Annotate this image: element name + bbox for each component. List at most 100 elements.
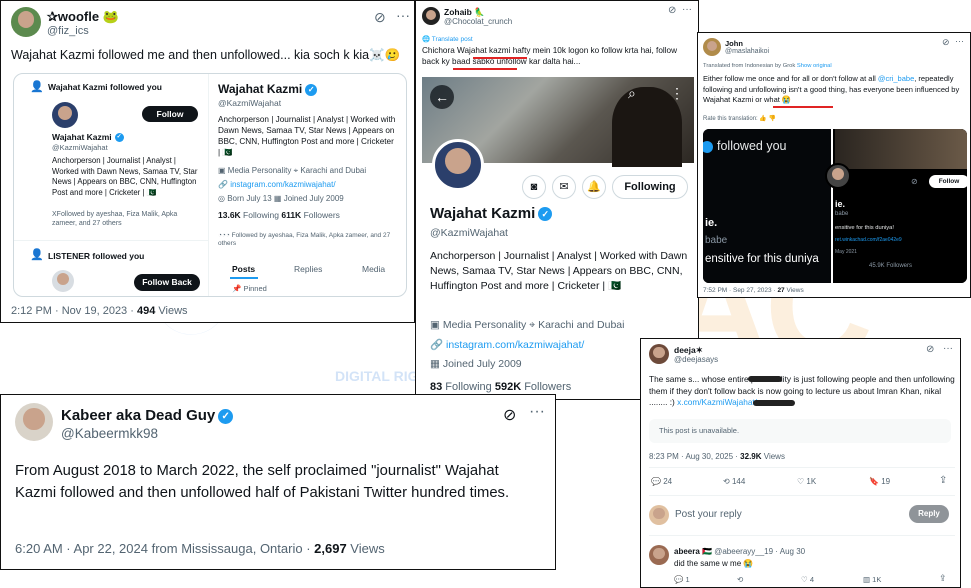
img-name-fragment: ie. (705, 217, 718, 229)
pinned-label: 📌 Pinned (232, 284, 267, 293)
bookmark-action[interactable]: 🔖 19 (869, 477, 890, 486)
link-line[interactable]: 🔗 instagram.com/kazmiwajahat/ (218, 180, 336, 189)
more-icon[interactable]: ··· (682, 4, 692, 15)
tab-replies[interactable]: Replies (294, 264, 322, 274)
author-name[interactable]: John (725, 39, 743, 48)
reply-views-action[interactable]: ▥ 1K (863, 575, 881, 584)
joined-line: ▦ Joined July 2009 (430, 358, 522, 370)
image-left: followed you ie. babe ensitive for this … (703, 129, 833, 283)
reply-author[interactable]: abeera 🇵🇸 @abeerayy__19 · Aug 30 (674, 547, 805, 556)
listener-avatar (52, 270, 74, 292)
img-followed-you: followed you (717, 139, 787, 153)
show-original-link[interactable]: Show original (797, 63, 832, 69)
post-woofle: ✰woofle 🐸 @fiz_ics ⊘ ··· Wajahat Kazmi f… (0, 0, 415, 323)
followed-by-line: ◔◔◔ Followed by ayeshaa, Fiza Malik, Apk… (218, 232, 393, 248)
more-icon[interactable]: ··· (955, 36, 964, 46)
my-avatar (649, 505, 669, 525)
grok-icon[interactable]: ⊘ (374, 9, 386, 26)
mention-link[interactable]: @cri_babe (878, 74, 914, 83)
listener-followed-text: LISTENER followed you (48, 251, 145, 261)
author-handle[interactable]: @Kabeermkk98 (61, 426, 158, 441)
more-vert-icon[interactable]: ⋮ (670, 85, 684, 102)
author-name[interactable]: Kabeer aka Dead Guy ✓ (61, 407, 234, 424)
born-joined-line: ◎ Born July 13 ▦ Joined July 2009 (218, 194, 344, 203)
profile-name: Wajahat Kazmi ✓ (430, 205, 553, 222)
profile-handle: @KazmiWajahat (430, 227, 508, 239)
img-banner (835, 129, 967, 169)
reply-avatar[interactable] (649, 545, 669, 565)
big-handle: @KazmiWajahat (218, 98, 282, 108)
following-button[interactable]: Following (612, 175, 688, 199)
verified-icon (703, 141, 713, 153)
translate-link[interactable]: 🌐 Translate post (422, 35, 473, 43)
big-bio: Anchorperson | Journalist | Analyst | Wo… (218, 115, 398, 158)
author-handle[interactable]: @fiz_ics (47, 25, 89, 37)
reply-like-action[interactable]: ♡ 4 (801, 575, 814, 584)
category-line: ▣ Media Personality ⌖ Karachi and Dubai (218, 166, 367, 175)
repost-action[interactable]: ⟲ 144 (723, 477, 745, 486)
tab-media[interactable]: Media (362, 264, 385, 274)
image-right: ⊘ Follow ie. babe ensitive for this duni… (825, 129, 967, 283)
post-meta: 8:23 PM · Aug 30, 2025 · 32.9K Views (649, 452, 785, 461)
mini-followed-by: XFollowed by ayeshaa, Fiza Malik, Apka z… (52, 211, 180, 228)
post-text: Chichora Wajahat kazmi hafty mein 10k lo… (422, 46, 680, 66)
img-handle-fragment: babe (705, 235, 728, 246)
like-action[interactable]: ♡ 1K (797, 477, 816, 486)
reply-input[interactable]: Post your reply (675, 509, 742, 520)
follow-counts: 13.6K Following 611K Followers (218, 210, 340, 220)
big-name: Wajahat Kazmi ✓ (218, 82, 318, 96)
follow-button[interactable]: Follow (142, 106, 198, 122)
post-image[interactable]: 👤 Wajahat Kazmi followed you Follow Waja… (13, 73, 407, 297)
tab-posts[interactable]: Posts (232, 264, 255, 274)
share-icon[interactable]: ⇪ (939, 475, 947, 486)
img-date: May 2021 (835, 249, 857, 255)
link-line[interactable]: 🔗 instagram.com/kazmiwajahat/ (430, 338, 584, 351)
post-meta: 7:52 PM · Sep 27, 2023 · 27 Views (703, 287, 804, 294)
grok-icon[interactable]: ⊘ (503, 405, 516, 425)
redaction-scribble-2 (753, 400, 795, 406)
rate-translation[interactable]: Rate this translation: 👍 👎 (703, 115, 776, 122)
image-right-panel: Wajahat Kazmi ✓ @KazmiWajahat Anchorperso… (210, 74, 406, 296)
more-icon[interactable]: ··· (529, 403, 545, 421)
post-meta: 6:20 AM · Apr 22, 2024 from Mississauga,… (15, 541, 385, 556)
underline-name (473, 57, 527, 59)
avatar[interactable] (703, 38, 721, 56)
more-icon[interactable]: ··· (943, 343, 953, 354)
avatar[interactable] (11, 7, 41, 37)
reply-reply-action[interactable]: 💬 1 (674, 575, 690, 584)
unavailable-box: This post is unavailable. (649, 419, 951, 443)
img-followers: 45.9K Followers (869, 263, 913, 269)
translated-note: Translated from Indonesian by Grok Show … (703, 63, 832, 69)
camera-icon[interactable]: ◙ (522, 175, 546, 199)
grok-icon[interactable]: ⊘ (668, 5, 676, 16)
avatar[interactable] (649, 344, 669, 364)
post-text: Either follow me once and for all or don… (703, 74, 962, 105)
post-image[interactable]: followed you ie. babe ensitive for this … (703, 129, 967, 283)
author-handle[interactable]: @maslahaikoi (725, 48, 769, 55)
search-icon[interactable]: ⌕ (628, 85, 636, 102)
mini-bio: Anchorperson | Journalist | Analyst | Wo… (52, 156, 200, 197)
notify-icon[interactable]: 🔔 (582, 175, 606, 199)
avatar[interactable] (422, 7, 440, 25)
author-name[interactable]: ✰woofle 🐸 (47, 9, 119, 25)
reply-repost-action[interactable]: ⟲ (737, 575, 743, 584)
person-icon: 👤 (30, 81, 44, 93)
message-icon[interactable]: ✉ (552, 175, 576, 199)
followed-you-text: Wajahat Kazmi followed you (48, 82, 162, 92)
author-handle[interactable]: @Chocolat_crunch (444, 17, 512, 26)
post-text: From August 2018 to March 2022, the self… (15, 463, 510, 502)
tab-underline (230, 277, 258, 279)
follow-back-button[interactable]: Follow Back (134, 274, 200, 291)
grok-icon[interactable]: ⊘ (926, 344, 934, 355)
mini-handle: @KazmiWajahat (52, 143, 108, 152)
more-icon[interactable]: ··· (396, 7, 410, 23)
reply-action[interactable]: 💬 24 (651, 477, 672, 486)
back-button[interactable]: ← (430, 85, 454, 109)
underline-unfollow (453, 68, 517, 70)
reply-button[interactable]: Reply (909, 505, 949, 523)
post-text: The same s... whose entire personality i… (649, 374, 958, 408)
author-handle[interactable]: @deejasays (674, 355, 718, 364)
avatar[interactable] (15, 403, 53, 441)
reply-share-icon[interactable]: ⇪ (939, 573, 947, 584)
grok-icon[interactable]: ⊘ (942, 37, 950, 48)
